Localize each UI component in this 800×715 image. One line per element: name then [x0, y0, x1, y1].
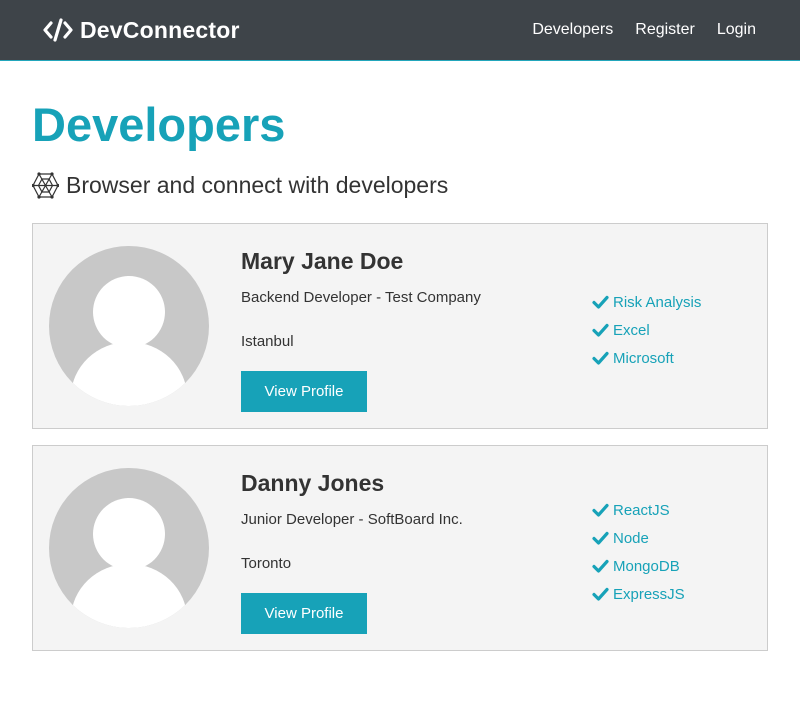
skills-list: ReactJS Node MongoDB ExpressJS: [592, 496, 685, 608]
profile-location: Istanbul: [241, 333, 294, 350]
nav-links: Developers Register Login: [510, 21, 756, 39]
check-icon: [592, 587, 609, 601]
skill-item: Risk Analysis: [592, 288, 701, 316]
avatar-body: [71, 342, 187, 406]
skill-label: ExpressJS: [613, 585, 685, 603]
profile-name: Danny Jones: [241, 470, 385, 496]
lead-text: Browser and connect with developers: [66, 172, 449, 198]
brand-link[interactable]: DevConnector: [43, 17, 240, 44]
view-profile-button[interactable]: View Profile: [241, 371, 367, 412]
avatar-head: [93, 498, 165, 570]
code-icon: [43, 18, 73, 42]
check-icon: [592, 295, 609, 309]
skill-item: ExpressJS: [592, 580, 685, 608]
skill-label: Node: [613, 529, 649, 547]
skill-label: Excel: [613, 321, 650, 339]
skill-item: Microsoft: [592, 344, 701, 372]
profile-card: Danny Jones Junior Developer - SoftBoard…: [32, 445, 768, 651]
view-profile-button[interactable]: View Profile: [241, 593, 367, 634]
connect-develop-icon: [32, 172, 59, 199]
profile-status: Junior Developer - SoftBoard Inc.: [241, 511, 463, 528]
skill-label: MongoDB: [613, 557, 680, 575]
avatar: [49, 468, 209, 628]
skill-label: Risk Analysis: [613, 293, 702, 311]
check-icon: [592, 503, 609, 517]
nav-link-login[interactable]: Login: [717, 21, 756, 39]
avatar: [49, 246, 209, 406]
profile-location: Toronto: [241, 555, 292, 572]
nav-link-register[interactable]: Register: [635, 21, 695, 39]
profile-name: Mary Jane Doe: [241, 248, 404, 274]
nav-link-developers[interactable]: Developers: [532, 21, 613, 39]
profile-card: Mary Jane Doe Backend Developer - Test C…: [32, 223, 768, 429]
page-lead: Browser and connect with developers: [32, 172, 448, 199]
brand-name: DevConnector: [80, 16, 240, 43]
skill-item: Excel: [592, 316, 701, 344]
navbar: DevConnector Developers Register Login: [0, 0, 800, 61]
skills-list: Risk Analysis Excel Microsoft: [592, 288, 701, 372]
check-icon: [592, 323, 609, 337]
skill-label: ReactJS: [613, 501, 670, 519]
avatar-body: [71, 564, 187, 628]
skill-item: ReactJS: [592, 496, 685, 524]
avatar-head: [93, 276, 165, 348]
skill-item: MongoDB: [592, 552, 685, 580]
page-title: Developers: [32, 98, 286, 151]
check-icon: [592, 531, 609, 545]
check-icon: [592, 559, 609, 573]
skill-item: Node: [592, 524, 685, 552]
skill-label: Microsoft: [613, 349, 674, 367]
check-icon: [592, 351, 609, 365]
profile-status: Backend Developer - Test Company: [241, 289, 481, 306]
